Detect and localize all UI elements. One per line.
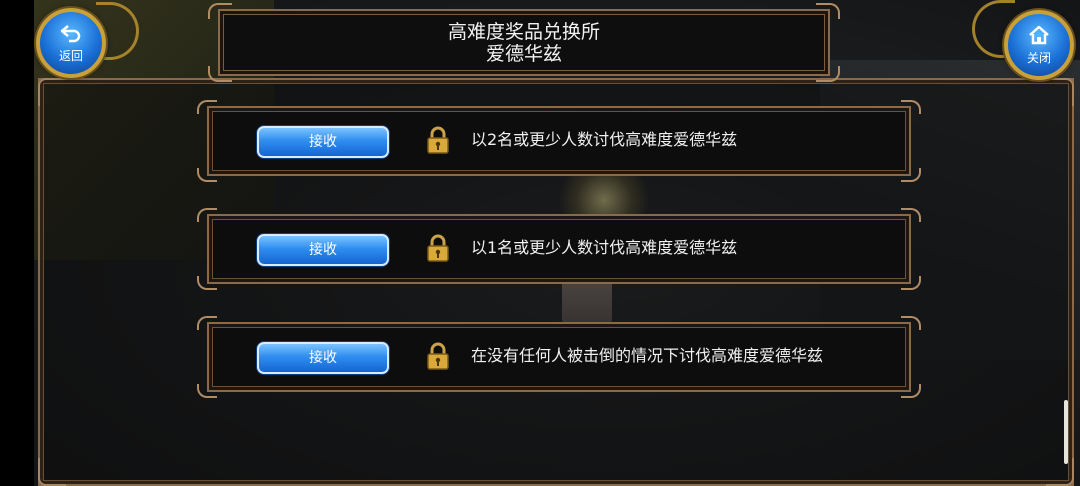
- receive-button[interactable]: 接收: [257, 342, 389, 374]
- receive-button[interactable]: 接收: [257, 234, 389, 266]
- reward-row: 接收 以2名或更少人数讨伐高难度爱德华兹: [197, 100, 921, 182]
- receive-button[interactable]: 接收: [257, 126, 389, 158]
- page-subtitle: 爱德华兹: [485, 43, 562, 65]
- lock-icon: [427, 342, 449, 370]
- return-arrow-icon: [40, 23, 102, 47]
- reward-condition: 以2名或更少人数讨伐高难度爱德华兹: [471, 130, 738, 149]
- back-button[interactable]: 返回: [36, 8, 106, 78]
- lock-icon: [427, 126, 449, 154]
- title-banner: 高难度奖品兑换所 爱德华兹: [208, 3, 840, 82]
- reward-row: 接收 在没有任何人被击倒的情况下讨伐高难度爱德华兹: [197, 316, 921, 398]
- reward-condition: 以1名或更少人数讨伐高难度爱德华兹: [471, 238, 738, 257]
- close-button[interactable]: 关闭: [1004, 10, 1074, 80]
- scrollbar[interactable]: [1064, 400, 1068, 464]
- back-label: 返回: [58, 49, 83, 63]
- lock-icon: [427, 234, 449, 262]
- page-title: 高难度奖品兑换所: [447, 21, 600, 43]
- reward-condition: 在没有任何人被击倒的情况下讨伐高难度爱德华兹: [471, 346, 824, 365]
- reward-row: 接收 以1名或更少人数讨伐高难度爱德华兹: [197, 208, 921, 290]
- home-icon: [1008, 25, 1070, 49]
- close-label: 关闭: [1026, 51, 1051, 65]
